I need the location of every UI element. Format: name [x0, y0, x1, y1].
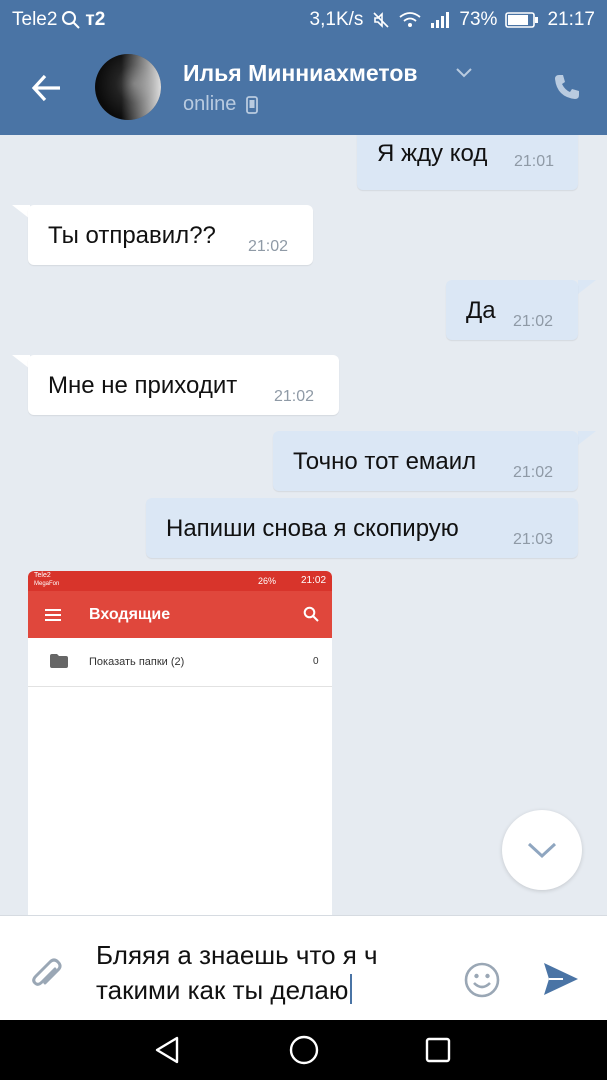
message-bubble[interactable]: Ты отправил?? 21:02 — [28, 205, 313, 265]
message-text: Я жду код — [377, 140, 488, 167]
message-input[interactable]: Бляяя а знаешь что я ч такими как ты дел… — [96, 938, 436, 1008]
message-composer: Бляяя а знаешь что я ч такими как ты дел… — [0, 915, 607, 1021]
contact-status: online — [183, 93, 259, 116]
network-speed: 3,1K/s — [309, 9, 364, 30]
signal-icon — [431, 12, 450, 28]
message-list[interactable]: Я жду код 21:01 Ты отправил?? 21:02 Да 2… — [0, 135, 607, 915]
status-label: online — [183, 93, 237, 115]
avatar[interactable] — [95, 54, 161, 120]
chevron-down-icon[interactable] — [456, 68, 472, 78]
scroll-down-icon — [527, 842, 557, 859]
paperclip-icon[interactable] — [28, 956, 66, 994]
chat-header: Илья Минниахметов online — [0, 40, 607, 135]
mobile-icon — [246, 95, 259, 114]
message-time: 21:01 — [514, 153, 555, 170]
message-bubble[interactable]: Да 21:02 — [446, 280, 578, 340]
scroll-down-button[interactable] — [502, 810, 582, 890]
attachment-folder-row: Показать папки (2) 0 — [28, 638, 332, 687]
message-text: Ты отправил?? — [48, 222, 216, 249]
message-time: 21:02 — [248, 238, 289, 255]
attachment-row-count: 0 — [313, 656, 319, 667]
attachment-toolbar: Входящие — [28, 591, 332, 638]
attachment-battery: 26% — [258, 576, 277, 586]
message-text: Да — [466, 297, 496, 324]
folder-icon — [50, 654, 68, 668]
battery-percent: 73% — [459, 9, 498, 30]
menu-icon — [45, 609, 61, 621]
back-arrow-icon[interactable] — [26, 68, 66, 108]
nav-home-icon[interactable] — [288, 1034, 320, 1066]
message-text: Мне не приходит — [48, 372, 238, 399]
search-icon — [303, 606, 319, 622]
input-line-1: Бляяя а знаешь что я ч — [96, 940, 378, 970]
bubble-tail — [578, 280, 596, 294]
system-nav-bar — [0, 1020, 607, 1080]
send-icon[interactable] — [543, 962, 579, 996]
clock: 21:17 — [547, 9, 595, 30]
carrier-label: Tele2 — [12, 9, 58, 30]
message-time: 21:02 — [513, 464, 554, 481]
attachment-status-bar: Tele2 MegaFon 26% 21:02 — [28, 571, 332, 591]
input-line-2-wrap: такими как ты делаю — [96, 973, 436, 1008]
text-caret — [350, 974, 353, 1004]
nav-recents-icon[interactable] — [424, 1036, 452, 1064]
carrier-badge: т2 — [85, 9, 106, 30]
message-text: Точно тот емаил — [293, 448, 477, 475]
mute-icon — [373, 12, 389, 28]
attachment-carrier-sub: MegaFon — [34, 581, 60, 587]
bubble-tail — [578, 431, 596, 445]
wifi-icon — [399, 12, 421, 27]
message-time: 21:02 — [274, 388, 315, 405]
message-text: Напиши снова я скопирую — [166, 515, 459, 542]
attachment-title: Входящие — [89, 606, 171, 623]
phone-icon[interactable] — [552, 72, 582, 102]
status-bar: Tele2 т2 3,1K/s 73% 21:17 — [0, 0, 607, 40]
message-time: 21:03 — [513, 531, 554, 548]
nav-back-icon[interactable] — [153, 1035, 183, 1065]
message-bubble[interactable]: Мне не приходит 21:02 — [28, 355, 339, 415]
battery-icon — [505, 12, 539, 28]
image-attachment[interactable]: Tele2 MegaFon 26% 21:02 Входящие Показат… — [28, 571, 332, 915]
message-bubble[interactable]: Напиши снова я скопирую 21:03 — [146, 498, 578, 558]
input-line-2: такими как ты делаю — [96, 975, 349, 1005]
attachment-time: 21:02 — [301, 575, 327, 586]
message-bubble[interactable]: Точно тот емаил 21:02 — [273, 431, 578, 491]
attachment-carrier: Tele2 — [34, 572, 51, 579]
attachment-row-label: Показать папки (2) — [89, 656, 185, 668]
search-icon — [62, 11, 81, 29]
contact-name[interactable]: Илья Минниахметов — [183, 60, 418, 87]
emoji-icon[interactable] — [463, 961, 501, 999]
message-time: 21:02 — [513, 313, 554, 330]
message-bubble[interactable]: Я жду код 21:01 — [357, 135, 578, 190]
